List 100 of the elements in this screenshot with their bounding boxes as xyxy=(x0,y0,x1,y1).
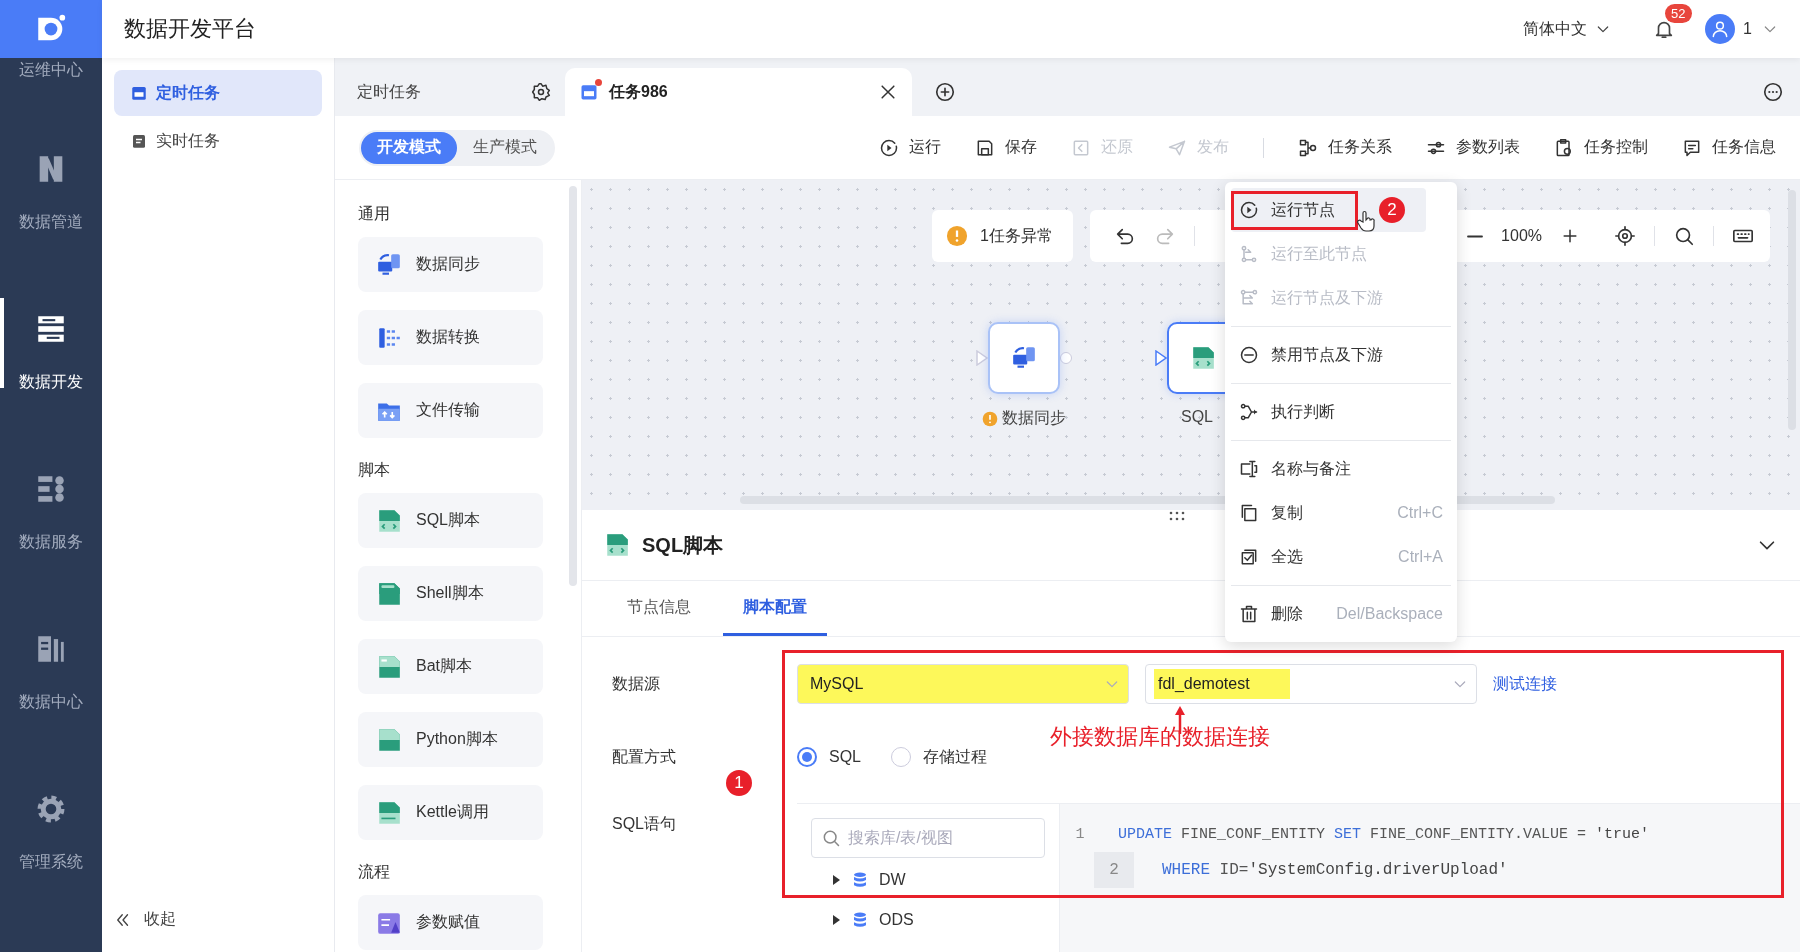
code-line: UPDATE FINE_CONF_ENTITY SET FINE_CONF_ENTITY.VALUE = 'true' xyxy=(1118,825,1650,843)
nav-item[interactable]: 管理系统 xyxy=(0,770,102,930)
section-title: 流程 xyxy=(358,862,391,882)
tree-item[interactable]: ODS xyxy=(811,902,1045,938)
sql-file-icon xyxy=(604,532,630,558)
toolbar-button[interactable]: 任务关系 xyxy=(1298,137,1392,158)
sql-file-icon xyxy=(1190,345,1216,371)
calendar-task-icon xyxy=(130,84,148,102)
palette-item[interactable]: Bat脚本 xyxy=(358,639,543,694)
warning-icon xyxy=(982,410,998,427)
bat-file-icon xyxy=(376,653,402,680)
nav-item[interactable]: 数据开发 xyxy=(0,290,102,450)
more-icon xyxy=(1762,81,1784,103)
section-title: 通用 xyxy=(358,204,391,224)
mode-toggle[interactable]: 生产模式 xyxy=(457,131,553,164)
tab[interactable]: 定时任务 xyxy=(335,68,565,116)
search-button[interactable] xyxy=(1673,225,1695,247)
monitor-sync-icon xyxy=(1011,345,1037,371)
kettle-file-icon xyxy=(376,799,402,826)
user-avatar[interactable] xyxy=(1705,14,1736,44)
field-label: 数据源 xyxy=(612,673,661,694)
clipboard-icon xyxy=(130,132,148,150)
user-name[interactable]: 1 xyxy=(1743,20,1752,38)
minus-icon xyxy=(1467,234,1484,238)
add-tab-icon xyxy=(934,81,956,103)
toolbar-button[interactable]: 参数列表 xyxy=(1426,137,1520,158)
palette-item[interactable]: 文件传输 xyxy=(358,383,543,438)
zoom-level: 100% xyxy=(1501,227,1542,245)
play-circle-icon xyxy=(879,137,899,158)
clipboard-gear-icon xyxy=(1554,137,1574,158)
shortcut-label: Ctrl+A xyxy=(1398,548,1443,566)
language-selector[interactable]: 简体中文 xyxy=(1523,18,1612,40)
crosshair-icon xyxy=(1614,225,1636,247)
nav-item[interactable]: 数据管道 xyxy=(0,130,102,290)
step-icon xyxy=(1239,244,1259,264)
toolbar-button[interactable]: 保存 xyxy=(975,137,1037,158)
menu-item[interactable]: 禁用节点及下游 xyxy=(1231,333,1451,377)
sidebar-item[interactable]: 实时任务 xyxy=(114,118,322,164)
select-field[interactable]: MySQL xyxy=(797,664,1129,704)
select-all-icon xyxy=(1239,547,1259,567)
menu-item[interactable]: 运行节点 2 xyxy=(1231,188,1426,232)
line-number: 1 xyxy=(1074,824,1086,845)
monitor-sync-icon xyxy=(376,251,402,278)
text-cursor-icon xyxy=(1239,459,1259,479)
caret-icon[interactable] xyxy=(831,875,841,885)
warning-icon xyxy=(946,225,968,247)
sql-file-icon xyxy=(376,507,402,534)
sidebar-item[interactable]: 定时任务 xyxy=(114,70,322,116)
tab[interactable]: 任务986 xyxy=(565,68,912,116)
annotation-note: 外接数据库的数据连接 xyxy=(1050,723,1270,751)
toolbar-button[interactable]: 任务信息 xyxy=(1682,137,1776,158)
search-icon xyxy=(1673,225,1695,247)
palette-item[interactable]: Shell脚本 xyxy=(358,566,543,621)
radio-option[interactable]: 存储过程 xyxy=(891,746,987,768)
tab[interactable]: 脚本配置 xyxy=(723,581,827,636)
code-editor[interactable]: 1 UPDATE FINE_CONF_ENTITY SET FINE_CONF_ENTITY.VALUE = 'true' 2 WHERE ID='SystemConfig.driverUpload' xyxy=(1060,804,1800,952)
palette-item[interactable]: 数据同步 xyxy=(358,237,543,292)
node-label: SQL xyxy=(1181,408,1213,426)
database-icon xyxy=(851,911,869,929)
radio-option[interactable]: SQL xyxy=(797,747,861,767)
trash-icon xyxy=(1239,604,1259,624)
python-file-icon xyxy=(376,726,402,753)
shell-file-icon xyxy=(376,580,402,607)
alert-chip[interactable]: 1任务异常 xyxy=(932,210,1073,262)
menu-item[interactable]: 执行判断 xyxy=(1231,390,1451,434)
select-field[interactable]: fdl_demotest xyxy=(1145,664,1477,704)
nav-item[interactable]: 数据服务 xyxy=(0,450,102,610)
zoom-out-button[interactable] xyxy=(1467,234,1484,238)
palette-item[interactable]: 参数赋值 xyxy=(358,895,543,950)
palette-item[interactable]: Kettle调用 xyxy=(358,785,543,840)
panel-title: SQL脚本 xyxy=(642,532,724,558)
scrollbar[interactable] xyxy=(569,186,577,586)
nav-item[interactable]: 数据中心 xyxy=(0,610,102,770)
caret-icon[interactable] xyxy=(831,915,841,925)
palette-item[interactable]: Python脚本 xyxy=(358,712,543,767)
scrollbar[interactable] xyxy=(1788,190,1796,430)
node-label: 数据同步 xyxy=(1002,408,1066,428)
search-icon xyxy=(821,828,841,848)
step-badge: 2 xyxy=(1379,197,1405,223)
mode-toggle[interactable]: 开发模式 xyxy=(361,131,457,164)
locate-button[interactable] xyxy=(1614,225,1636,247)
collapse-button[interactable]: 收起 xyxy=(114,909,322,930)
menu-item[interactable]: 复制 Ctrl+C xyxy=(1231,491,1451,535)
flow-node[interactable] xyxy=(988,322,1060,394)
search-field[interactable]: 搜索库/表/视图 xyxy=(811,818,1045,858)
toolbar-button[interactable]: 运行 xyxy=(879,137,941,158)
database-icon xyxy=(851,871,869,889)
menu-item[interactable]: 名称与备注 xyxy=(1231,447,1451,491)
tab[interactable]: 节点信息 xyxy=(607,581,711,636)
section-title: 脚本 xyxy=(358,460,391,480)
app-title: 数据开发平台 xyxy=(124,15,256,43)
toolbar-button[interactable]: 任务控制 xyxy=(1554,137,1648,158)
palette-item[interactable]: SQL脚本 xyxy=(358,493,543,548)
palette-item[interactable]: 数据转换 xyxy=(358,310,543,365)
nav-item[interactable]: 运维中心 xyxy=(19,60,83,81)
menu-item[interactable]: 全选 Ctrl+A xyxy=(1231,535,1451,579)
tree-item[interactable]: DW xyxy=(811,862,1045,898)
code-line: WHERE ID='SystemConfig.driverUpload' xyxy=(1162,861,1508,879)
menu-item[interactable]: 删除 Del/Backspace xyxy=(1231,592,1451,636)
test-connection-link[interactable]: 测试连接 xyxy=(1493,673,1557,695)
